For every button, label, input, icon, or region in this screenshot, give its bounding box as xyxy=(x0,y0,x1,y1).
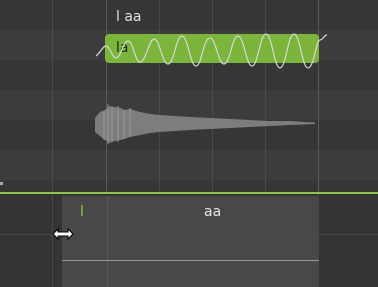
roll-row xyxy=(0,150,378,180)
phoneme-boundary[interactable] xyxy=(107,196,108,287)
note-lyric-phonemes: l aa xyxy=(116,9,142,25)
phoneme-lane[interactable]: l aa xyxy=(0,194,378,287)
phoneme-label[interactable]: l xyxy=(80,204,84,220)
roll-row xyxy=(0,120,378,150)
roll-row xyxy=(0,90,378,120)
note-lyric: la xyxy=(116,40,129,56)
grid-line xyxy=(212,0,213,192)
horizontal-resize-cursor-icon xyxy=(52,227,74,241)
note-block[interactable] xyxy=(105,34,319,63)
grid-line xyxy=(318,0,319,192)
roll-row xyxy=(0,180,378,192)
roll-row xyxy=(0,60,378,90)
grid-line xyxy=(159,0,160,192)
vocal-editor: l aa la l aa xyxy=(0,0,378,287)
piano-roll[interactable]: l aa la xyxy=(0,0,378,192)
roll-row xyxy=(0,0,378,30)
grid-line xyxy=(106,0,107,192)
playhead-marker xyxy=(0,182,3,185)
grid-line xyxy=(265,0,266,192)
phoneme-label[interactable]: aa xyxy=(204,204,221,220)
grid-line xyxy=(52,0,53,192)
phoneme-region[interactable] xyxy=(62,196,319,287)
parameter-line[interactable] xyxy=(62,260,319,261)
